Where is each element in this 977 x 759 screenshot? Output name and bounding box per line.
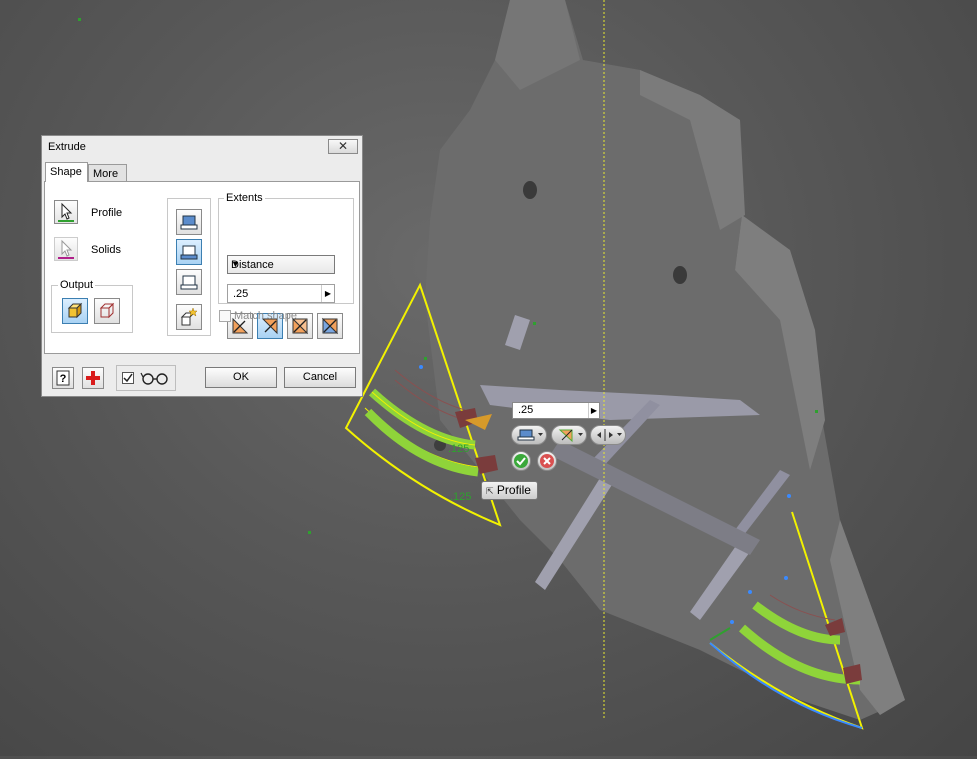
- cursor-arrow-icon: ⇱: [486, 486, 494, 496]
- profile-selector-tooltip[interactable]: ⇱ Profile: [481, 481, 538, 500]
- ok-button[interactable]: OK: [205, 367, 277, 388]
- tab-shape[interactable]: Shape: [45, 162, 88, 182]
- cancel-x-icon: [540, 454, 554, 468]
- intersect-icon: [180, 275, 198, 290]
- dimension-label: .125: [448, 443, 469, 455]
- apply-add-button[interactable]: [82, 367, 104, 389]
- solids-select-button[interactable]: [54, 237, 78, 261]
- operation-group: [167, 198, 211, 336]
- asymmetric-icon: [321, 317, 339, 335]
- mini-distance-value[interactable]: .25: [518, 404, 533, 416]
- distance-value[interactable]: .25: [233, 288, 248, 300]
- profile-label: Profile: [91, 207, 123, 219]
- dropdown-arrow-icon: ▼: [231, 259, 240, 269]
- cut-icon: [180, 245, 198, 260]
- preview-group: [116, 365, 176, 391]
- cut-button[interactable]: [176, 239, 202, 265]
- match-shape-label: Match shape: [234, 310, 297, 322]
- join-button[interactable]: [176, 209, 202, 235]
- spin-arrow-icon[interactable]: ▶: [321, 285, 334, 302]
- extrude-dialog[interactable]: Extrude ✕ Shape More Profile Solids Outp…: [41, 135, 363, 397]
- mini-output-dropdown[interactable]: [511, 425, 547, 445]
- plus-icon: [86, 371, 100, 385]
- checkmark-icon: [123, 373, 133, 383]
- dimension-label: .125: [450, 491, 471, 503]
- mini-toolbar-distance-input[interactable]: .25 ▶: [512, 402, 600, 419]
- select-arrow-icon: [58, 202, 74, 222]
- solids-label: Solids: [91, 244, 121, 256]
- cancel-button[interactable]: Cancel: [284, 367, 356, 388]
- output-label: Output: [58, 279, 96, 291]
- join-icon: [517, 429, 543, 441]
- help-button[interactable]: ?: [52, 367, 74, 389]
- new-solid-icon: [180, 307, 198, 326]
- output-surface-button[interactable]: [94, 298, 120, 324]
- mini-cancel-button[interactable]: [537, 451, 557, 471]
- part-body[interactable]: [425, 0, 905, 720]
- output-group: Output: [51, 279, 133, 333]
- join-icon: [180, 215, 198, 230]
- tooltip-profile-label: Profile: [496, 483, 531, 497]
- mini-direction-dropdown[interactable]: [551, 425, 587, 445]
- distance-input[interactable]: .25 ▶: [227, 284, 335, 303]
- mini-ok-button[interactable]: [511, 451, 531, 471]
- glasses-icon: [140, 372, 168, 385]
- direction-icon: [558, 429, 583, 443]
- extents-type-select[interactable]: Distance ▼: [227, 255, 335, 274]
- asymmetric-button[interactable]: [317, 313, 343, 339]
- shape-panel: Profile Solids Output Extents Distance ▼…: [44, 181, 360, 354]
- output-solid-button[interactable]: [62, 298, 88, 324]
- preview-checkbox[interactable]: [122, 372, 134, 384]
- profile-select-button[interactable]: [54, 200, 78, 224]
- check-icon: [514, 454, 528, 468]
- dialog-titlebar[interactable]: Extrude ✕: [42, 136, 362, 158]
- match-shape-checkbox[interactable]: [219, 310, 231, 322]
- intersect-button[interactable]: [176, 269, 202, 295]
- mini-symmetric-dropdown[interactable]: [590, 425, 626, 445]
- dialog-title: Extrude: [48, 141, 86, 153]
- svg-text:?: ?: [60, 373, 67, 385]
- spin-arrow-icon[interactable]: ▶: [588, 403, 599, 418]
- select-arrow-icon: [58, 239, 74, 259]
- surface-cube-icon: [99, 302, 115, 319]
- solid-cube-icon: [67, 302, 83, 319]
- help-icon: ?: [56, 370, 70, 386]
- symmetric-icon: [597, 429, 622, 441]
- new-solid-button[interactable]: [176, 304, 202, 330]
- extents-label: Extents: [224, 192, 265, 204]
- close-button[interactable]: ✕: [328, 139, 358, 154]
